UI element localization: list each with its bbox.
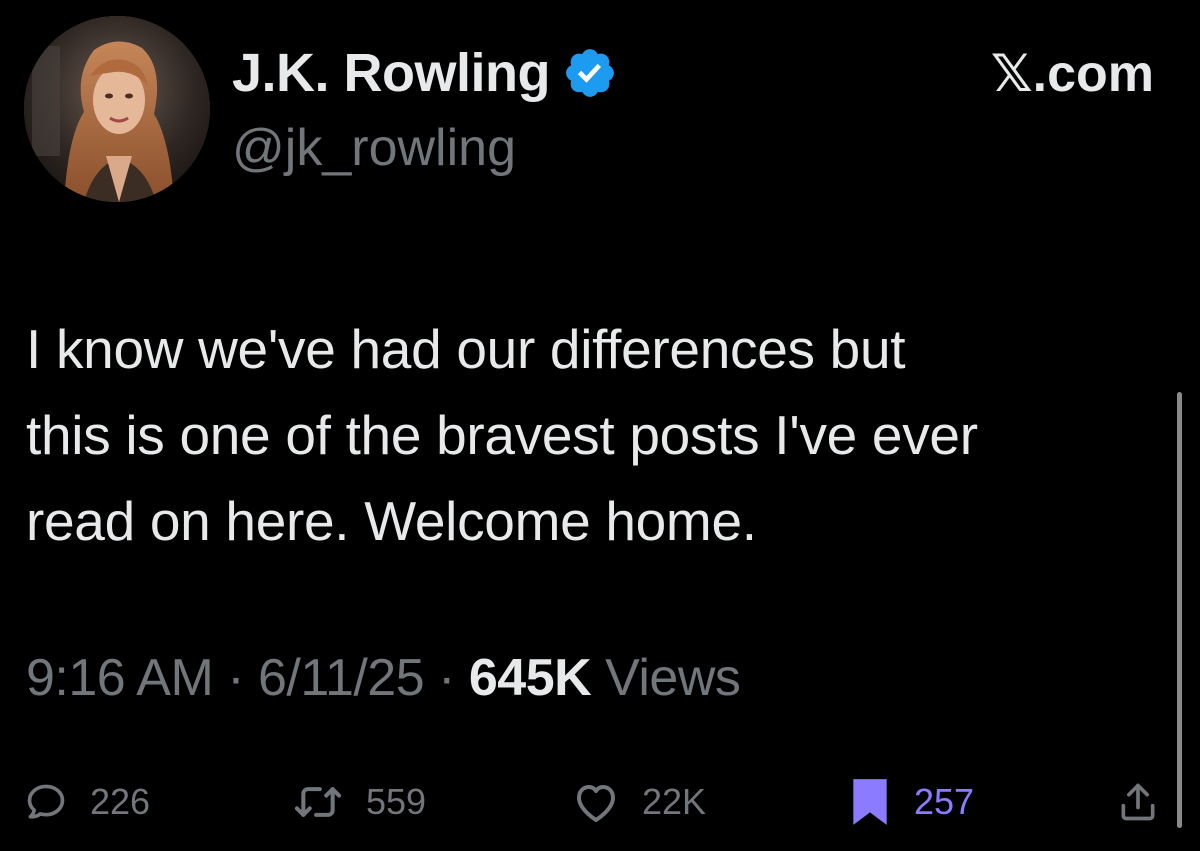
author-display-name[interactable]: J.K. Rowling <box>232 42 551 104</box>
bookmark-icon <box>848 777 892 827</box>
post-card: J.K. Rowling @jk_rowling 𝕏.com I know we… <box>0 0 1200 851</box>
bookmark-button[interactable]: 257 <box>848 770 974 834</box>
meta-separator: · <box>213 649 259 707</box>
repost-icon <box>292 780 344 824</box>
post-meta: 9:16 AM · 6/11/25 · 645K Views <box>26 648 741 708</box>
author-name-row: J.K. Rowling <box>232 38 618 108</box>
avatar-image <box>24 16 210 202</box>
views-count[interactable]: 645K <box>469 649 592 707</box>
meta-separator-2: · <box>424 649 469 707</box>
repost-count: 559 <box>366 781 427 822</box>
repost-button[interactable]: 559 <box>292 770 426 834</box>
share-button[interactable] <box>1116 770 1160 834</box>
post-time[interactable]: 9:16 AM <box>26 649 214 707</box>
post-date[interactable]: 6/11/25 <box>258 649 425 707</box>
reply-icon <box>24 780 68 824</box>
scrollbar[interactable] <box>1177 392 1182 828</box>
reply-count: 226 <box>90 781 151 822</box>
author-handle[interactable]: @jk_rowling <box>232 118 516 178</box>
avatar[interactable] <box>24 16 210 202</box>
action-bar: 226 559 22K 257 <box>0 770 1200 834</box>
reply-button[interactable]: 226 <box>24 770 150 834</box>
views-label: Views <box>591 649 741 707</box>
heart-icon <box>572 780 620 824</box>
like-button[interactable]: 22K <box>572 770 706 834</box>
bookmark-count: 257 <box>914 781 975 822</box>
verified-badge-icon[interactable] <box>562 45 618 101</box>
share-icon <box>1116 780 1160 824</box>
brand-watermark: 𝕏.com <box>990 45 1154 103</box>
like-count: 22K <box>642 781 707 822</box>
post-text: I know we've had our differences but thi… <box>26 318 978 552</box>
